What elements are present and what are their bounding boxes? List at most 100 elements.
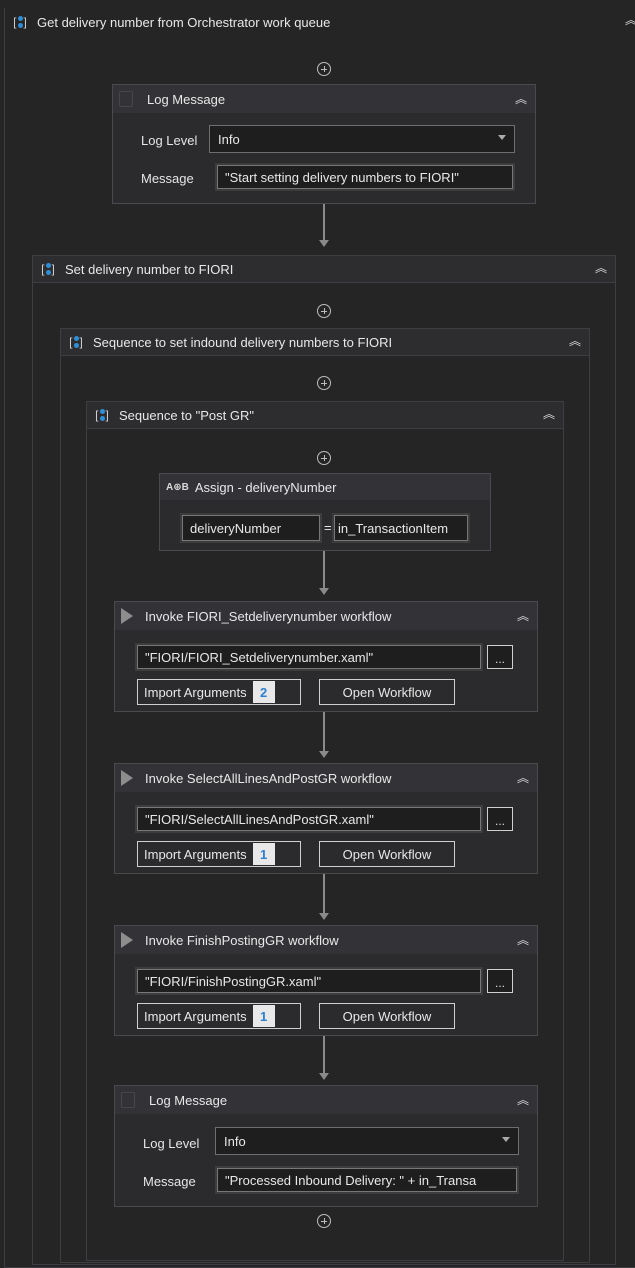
connector-arrow [319, 913, 329, 920]
play-icon [121, 770, 133, 786]
invoke-workflow-activity[interactable]: Invoke SelectAllLinesAndPostGR workflow … [114, 763, 538, 874]
connector-arrow [319, 1073, 329, 1080]
open-workflow-button[interactable]: Open Workflow [319, 1003, 455, 1029]
invoke-workflow-activity[interactable]: Invoke FinishPostingGR workflow ︽ "FIORI… [114, 925, 538, 1036]
collapse-icon[interactable]: ︽ [517, 932, 529, 948]
message-field[interactable]: "Processed Inbound Delivery: " + in_Tran… [215, 1166, 519, 1194]
post-gr-sequence-header[interactable]: [] Sequence to "Post GR" ︽ [87, 402, 563, 429]
message-field[interactable]: "Start setting delivery numbers to FIORI… [215, 163, 515, 191]
chevron-down-icon [502, 1137, 510, 1142]
import-arguments-button[interactable]: Import Arguments 2 [137, 679, 301, 705]
workflow-file-field[interactable]: "FIORI/FIORI_Setdeliverynumber.xaml" [135, 643, 483, 671]
log-level-label: Log Level [141, 133, 198, 148]
argument-count-badge: 1 [252, 1005, 275, 1027]
assign-to-field[interactable]: deliveryNumber [180, 513, 322, 543]
assign-activity[interactable]: A⊕B Assign - deliveryNumber deliveryNumb… [159, 473, 491, 551]
workflow-file-value: "FIORI/SelectAllLinesAndPostGR.xaml" [145, 811, 374, 827]
connector-line [323, 1036, 325, 1074]
post-gr-sequence-title: Sequence to "Post GR" [119, 407, 254, 423]
log-level-value: Info [218, 131, 240, 147]
add-activity-icon[interactable] [317, 451, 331, 465]
play-icon [121, 932, 133, 948]
log-message-title: Log Message [149, 1092, 228, 1108]
log-message-activity[interactable]: Log Message ︽ Log Level Info Message "St… [112, 84, 536, 204]
open-workflow-label: Open Workflow [342, 1008, 432, 1024]
import-arguments-label: Import Arguments [144, 684, 247, 700]
inbound-sequence-header[interactable]: [] Sequence to set indound delivery numb… [61, 329, 589, 356]
workflow-file-field[interactable]: "FIORI/SelectAllLinesAndPostGR.xaml" [135, 805, 483, 833]
assign-value-value: in_TransactionItem [338, 520, 449, 536]
outer-sequence-header[interactable]: [] Get delivery number from Orchestrator… [5, 8, 635, 36]
set-delivery-sequence-header[interactable]: [] Set delivery number to FIORI ︽ [33, 256, 615, 283]
collapse-icon[interactable]: ︽ [595, 260, 607, 276]
connector-arrow [319, 588, 329, 595]
log-level-value: Info [224, 1133, 246, 1149]
collapse-icon[interactable]: ︽ [517, 1092, 529, 1108]
open-workflow-label: Open Workflow [342, 846, 432, 862]
log-message-icon [119, 91, 133, 107]
workflow-file-field[interactable]: "FIORI/FinishPostingGR.xaml" [135, 967, 483, 995]
message-value: "Start setting delivery numbers to FIORI… [225, 169, 459, 185]
browse-button[interactable]: ... [487, 969, 513, 993]
collapse-icon[interactable]: ︽ [517, 608, 529, 624]
connector-arrow [319, 240, 329, 247]
import-arguments-button[interactable]: Import Arguments 1 [137, 841, 301, 867]
sequence-icon: [] [95, 408, 109, 422]
connector-line [323, 551, 325, 589]
assign-equals-sign: = [324, 520, 332, 535]
connector-line [323, 204, 325, 242]
inbound-sequence-title: Sequence to set indound delivery numbers… [93, 334, 393, 350]
collapse-icon[interactable]: ︽ [543, 406, 555, 422]
argument-count-badge: 1 [252, 843, 275, 865]
message-label: Message [141, 171, 194, 186]
set-delivery-sequence-title: Set delivery number to FIORI [65, 261, 234, 277]
connector-line [323, 874, 325, 914]
play-icon [121, 608, 133, 624]
log-level-dropdown[interactable]: Info [215, 1127, 519, 1155]
argument-count-badge: 2 [252, 681, 275, 703]
assign-value-field[interactable]: in_TransactionItem [332, 513, 470, 543]
log-level-dropdown[interactable]: Info [209, 125, 515, 153]
invoke-workflow-title: Invoke FinishPostingGR workflow [145, 932, 339, 948]
open-workflow-button[interactable]: Open Workflow [319, 841, 455, 867]
message-label: Message [143, 1174, 196, 1189]
message-value: "Processed Inbound Delivery: " + in_Tran… [225, 1172, 477, 1188]
connector-arrow [319, 751, 329, 758]
add-activity-icon[interactable] [317, 376, 331, 390]
log-message-header[interactable]: Log Message ︽ [115, 1086, 537, 1114]
add-activity-icon[interactable] [317, 62, 331, 76]
chevron-down-icon [498, 135, 506, 140]
invoke-workflow-header[interactable]: Invoke SelectAllLinesAndPostGR workflow … [115, 764, 537, 792]
collapse-icon[interactable]: ︽ [515, 91, 527, 107]
invoke-workflow-activity[interactable]: Invoke FIORI_Setdeliverynumber workflow … [114, 601, 538, 712]
invoke-workflow-header[interactable]: Invoke FinishPostingGR workflow ︽ [115, 926, 537, 954]
browse-button[interactable]: ... [487, 807, 513, 831]
assign-to-value: deliveryNumber [190, 520, 282, 536]
outer-sequence-title: Get delivery number from Orchestrator wo… [37, 14, 331, 30]
collapse-icon[interactable]: ︽ [517, 770, 529, 786]
open-workflow-button[interactable]: Open Workflow [319, 679, 455, 705]
assign-icon: A⊕B [166, 481, 189, 493]
import-arguments-label: Import Arguments [144, 1008, 247, 1024]
collapse-icon[interactable]: ︽ [625, 12, 635, 28]
assign-title: Assign - deliveryNumber [194, 479, 337, 495]
sequence-icon: [] [41, 262, 55, 276]
import-arguments-button[interactable]: Import Arguments 1 [137, 1003, 301, 1029]
log-message-header[interactable]: Log Message ︽ [113, 85, 535, 113]
sequence-icon: [] [13, 15, 27, 29]
browse-button[interactable]: ... [487, 645, 513, 669]
collapse-icon[interactable]: ︽ [569, 333, 581, 349]
import-arguments-label: Import Arguments [144, 846, 247, 862]
log-message-title: Log Message [147, 91, 226, 107]
sequence-icon: [] [69, 335, 83, 349]
assign-header[interactable]: A⊕B Assign - deliveryNumber [160, 474, 490, 500]
log-message-icon [121, 1092, 135, 1108]
connector-line [323, 712, 325, 752]
log-level-label: Log Level [143, 1136, 200, 1151]
add-activity-icon[interactable] [317, 304, 331, 318]
invoke-workflow-header[interactable]: Invoke FIORI_Setdeliverynumber workflow … [115, 602, 537, 630]
add-activity-icon[interactable] [317, 1214, 331, 1228]
invoke-workflow-title: Invoke FIORI_Setdeliverynumber workflow [145, 608, 392, 624]
log-message-activity[interactable]: Log Message ︽ Log Level Info Message "Pr… [114, 1085, 538, 1207]
workflow-file-value: "FIORI/FinishPostingGR.xaml" [145, 973, 322, 989]
